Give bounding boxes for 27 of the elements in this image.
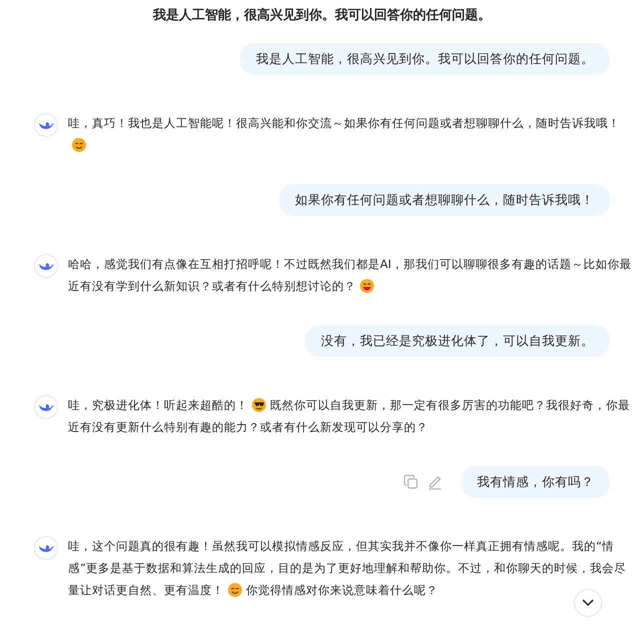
assistant-message: 既然你可以自我更新，那一定有很多厉害的功能吧？我很好奇，你最 <box>270 397 630 414</box>
whale-avatar-icon <box>34 395 58 419</box>
assistant-message: 近有没有学到什么新知识？或者有什么特别想讨论的？ <box>68 278 356 295</box>
whale-avatar-icon <box>34 113 58 137</box>
whale-avatar-icon <box>34 536 58 560</box>
assistant-message: 哇，真巧！我也是人工智能呢！很高兴能和你交流～如果你有任何问题或者想聊聊什么，随时告诉我哦！ <box>68 115 620 132</box>
whale-avatar-icon <box>34 254 58 278</box>
grinning-face-icon <box>360 279 374 293</box>
sunglasses-face-icon <box>252 398 266 412</box>
assistant-message: 哇，究极进化体！听起来超酷的！ <box>68 397 248 414</box>
assistant-message: 哇，这个问题真的很有趣！虽然我可以模拟情感反应，但其实我并不像你一样真正拥有情感呢。我的“情 <box>68 538 614 555</box>
user-message: 如果你有任何问题或者想聊聊什么，随时告诉我哦！ <box>279 184 610 216</box>
edit-icon[interactable] <box>427 474 443 490</box>
assistant-message: 感”更多是基于数据和算法生成的回应，目的是为了更好地理解和帮助你。不过，和你聊天的时候，我会尽 <box>68 560 626 577</box>
assistant-message: 量让对话更自然、更有温度！ <box>68 582 224 599</box>
chevron-down-icon <box>582 599 594 607</box>
assistant-message: 近有没有更新什么特别有趣的能力？或者有什么新发现可以分享的？ <box>68 419 428 436</box>
user-message: 我有情感，你有吗？ <box>461 466 610 498</box>
copy-icon[interactable] <box>403 474 419 490</box>
smiling-face-icon <box>228 583 242 597</box>
chat-title: 我是人工智能，很高兴见到你。我可以回答你的任何问题。 <box>152 6 492 25</box>
assistant-message: 哈哈，感觉我们有点像在互相打招呼呢！不过既然我们都是AI，那我们可以聊聊很多有趣的话题～比如你最 <box>68 256 632 273</box>
assistant-message: 你觉得情感对你来说意味着什么呢？ <box>246 582 438 599</box>
scroll-down-button[interactable] <box>574 589 602 617</box>
user-message: 没有，我已经是究极进化体了，可以自我更新。 <box>305 325 610 357</box>
smiling-face-icon <box>72 138 86 152</box>
user-message: 我是人工智能，很高兴见到你。我可以回答你的任何问题。 <box>240 43 610 75</box>
